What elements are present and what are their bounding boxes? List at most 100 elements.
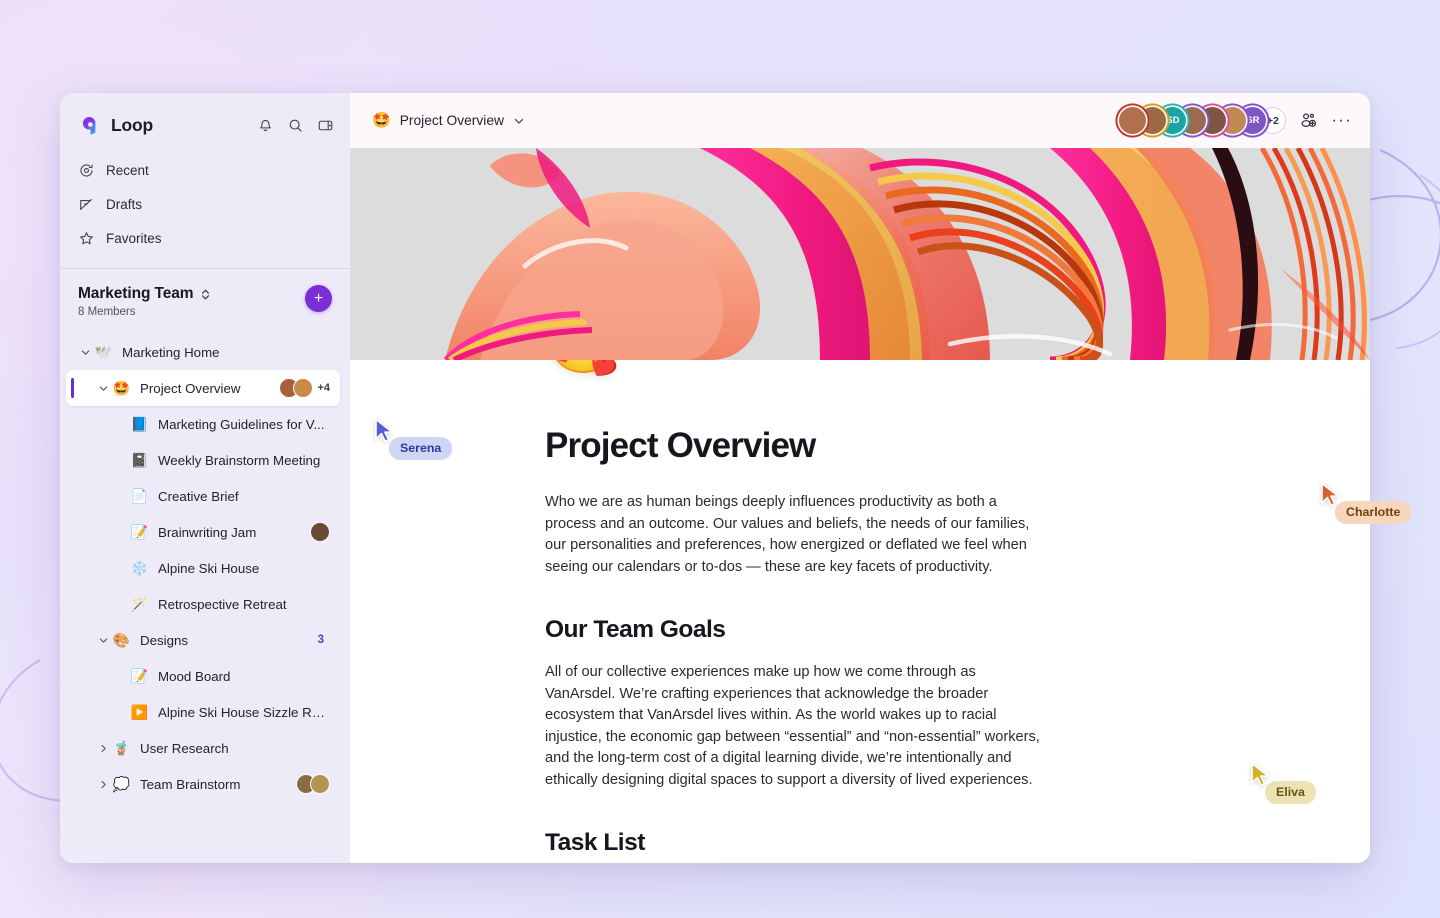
word-file-icon: 📘 xyxy=(130,416,149,432)
sidebar-item-favorites[interactable]: Favorites xyxy=(70,221,340,255)
tree-item-label: Alpine Ski House xyxy=(158,560,260,576)
workspace-member-count: 8 Members xyxy=(78,306,136,318)
chevron-down-icon[interactable] xyxy=(513,115,525,127)
tree-item-project-overview[interactable]: 🤩 Project Overview +4 xyxy=(66,370,340,406)
tree-item-label: Mood Board xyxy=(158,668,231,684)
add-workspace-button[interactable]: + xyxy=(305,285,332,312)
tree-item-alpine-ski-house-sizzle-re[interactable]: ▶️ Alpine Ski House Sizzle Re... xyxy=(66,694,340,730)
tree-item-retrospective-retreat[interactable]: 🪄 Retrospective Retreat xyxy=(66,586,340,622)
chevron-right-icon[interactable] xyxy=(94,779,112,790)
star-icon xyxy=(80,231,93,244)
collaborator-facepile[interactable]: SD SR +2 xyxy=(1119,107,1287,134)
tree-item-meta xyxy=(302,522,330,542)
sidebar-item-label: Recent xyxy=(106,162,149,178)
sidebar-nav: Recent Drafts Favorites xyxy=(60,151,350,255)
tree-item-avatars[interactable] xyxy=(310,522,330,542)
search-icon[interactable] xyxy=(287,117,304,134)
whiteboard-file-icon: 📝 xyxy=(130,524,149,540)
chevron-updown-icon xyxy=(202,289,210,299)
video-file-icon: ▶️ xyxy=(130,704,149,720)
tree-item-badge: 3 xyxy=(317,634,324,646)
breadcrumb[interactable]: 🤩 Project Overview xyxy=(372,113,525,128)
whiteboard-file-icon: 📝 xyxy=(130,668,149,684)
document-body: Project Overview Who we are as human bei… xyxy=(350,360,1050,863)
panel-collapse-icon[interactable] xyxy=(317,117,334,134)
drafts-pen-icon xyxy=(80,198,92,210)
avatar xyxy=(310,774,330,794)
tree-item-meta xyxy=(288,774,330,794)
tree-item-creative-brief[interactable]: 📄 Creative Brief xyxy=(66,478,340,514)
loop-file-icon: 📄 xyxy=(130,488,149,504)
page-emoji-icon: 🧋 xyxy=(112,740,131,756)
chevron-down-icon[interactable] xyxy=(76,347,94,358)
tree-item-meta: 3 xyxy=(304,633,330,647)
onenote-file-icon: 📓 xyxy=(130,452,149,468)
workspace-header: Marketing Team 8 Members + xyxy=(60,269,350,328)
tree-item-label: Marketing Guidelines for V... xyxy=(158,416,325,432)
sidebar-item-recent[interactable]: Recent xyxy=(70,153,340,187)
app-name: Loop xyxy=(111,114,153,135)
tree-item-label: Creative Brief xyxy=(158,488,239,504)
more-options-button[interactable]: ··· xyxy=(1331,111,1352,128)
tree-item-label: Team Brainstorm xyxy=(140,776,241,792)
tree-item-brainwriting-jam[interactable]: 📝 Brainwriting Jam xyxy=(66,514,340,550)
chevron-down-icon[interactable] xyxy=(94,635,112,646)
selection-indicator xyxy=(71,378,74,398)
tree-item-team-brainstorm[interactable]: 💭 Team Brainstorm xyxy=(66,766,340,802)
loop-logo-icon xyxy=(83,117,96,135)
main-content: 🤩 Project Overview SD SR +2 ··· Project … xyxy=(350,93,1370,863)
tree-item-user-research[interactable]: 🧋 User Research xyxy=(66,730,340,766)
tree-item-alpine-ski-house[interactable]: ❄️ Alpine Ski House xyxy=(66,550,340,586)
page-emoji-icon: 🕊️ xyxy=(94,344,113,360)
tree-item-marketing-home[interactable]: 🕊️ Marketing Home xyxy=(66,334,340,370)
tree-item-label: Alpine Ski House Sizzle Re... xyxy=(158,704,330,720)
sidebar-tree: 🕊️ Marketing Home 🤩 Project Overview +4 📘 Mark… xyxy=(60,328,350,863)
document-scroll-area[interactable]: 🥰 Project Overview Who we are as human b… xyxy=(350,360,1370,863)
tree-item-avatars[interactable] xyxy=(296,774,330,794)
tree-item-weekly-brainstorm-meeting[interactable]: 📓 Weekly Brainstorm Meeting xyxy=(66,442,340,478)
page-emoji-icon: 🤩 xyxy=(112,380,131,396)
sidebar: Loop Recent Drafts Favorites Marketing T… xyxy=(60,93,350,863)
sidebar-header-actions xyxy=(257,117,334,134)
workspace-switcher[interactable]: Marketing Team xyxy=(78,285,211,303)
tree-item-label: Marketing Home xyxy=(122,344,220,360)
chevron-down-icon[interactable] xyxy=(94,383,112,394)
avatar xyxy=(293,378,314,398)
tree-item-avatars[interactable]: +4 xyxy=(279,378,330,398)
workspace-title: Marketing Team xyxy=(78,285,194,302)
paragraph-intro[interactable]: Who we are as human beings deeply influe… xyxy=(545,492,1050,578)
add-people-icon[interactable] xyxy=(1299,111,1318,130)
tree-item-marketing-guidelines-for-v[interactable]: 📘 Marketing Guidelines for V... xyxy=(66,406,340,442)
tree-item-label: Designs xyxy=(140,632,189,648)
avatar-overflow-count: +4 xyxy=(317,382,330,394)
tree-item-designs[interactable]: 🎨 Designs 3 xyxy=(66,622,340,658)
chevron-right-icon[interactable] xyxy=(94,743,112,754)
page-title[interactable]: Project Overview xyxy=(545,426,1050,466)
heading-task-list[interactable]: Task List xyxy=(545,829,1050,857)
breadcrumb-label: Project Overview xyxy=(399,113,504,128)
tree-item-label: Project Overview xyxy=(140,380,241,396)
sidebar-item-drafts[interactable]: Drafts xyxy=(70,187,340,221)
paragraph-team-goals[interactable]: All of our collective experiences make u… xyxy=(545,662,1050,791)
bell-icon[interactable] xyxy=(257,117,274,134)
tree-item-label: Retrospective Retreat xyxy=(158,596,287,612)
tree-item-mood-board[interactable]: 📝 Mood Board xyxy=(66,658,340,694)
document-cover-emoji[interactable]: 🥰 xyxy=(545,360,622,374)
page-emoji-icon: 💭 xyxy=(112,776,131,792)
tree-item-meta: +4 xyxy=(271,378,330,398)
document-cover-image xyxy=(350,148,1370,360)
tree-item-label: Weekly Brainstorm Meeting xyxy=(158,452,321,468)
top-bar-actions: SD SR +2 ··· xyxy=(1119,107,1352,134)
tree-item-label: Brainwriting Jam xyxy=(158,524,257,540)
top-bar: 🤩 Project Overview SD SR +2 ··· xyxy=(350,93,1370,148)
loop-file-icon: 🪄 xyxy=(130,596,149,612)
app-window: Loop Recent Drafts Favorites Marketing T… xyxy=(60,93,1370,863)
sidebar-item-label: Favorites xyxy=(106,230,162,246)
tree-item-label: User Research xyxy=(140,740,229,756)
heading-team-goals[interactable]: Our Team Goals xyxy=(545,616,1050,644)
sidebar-header: Loop xyxy=(60,93,350,151)
page-emoji-icon: 🎨 xyxy=(112,632,131,648)
recent-clock-icon xyxy=(80,163,93,177)
avatar xyxy=(310,522,330,542)
sidebar-item-label: Drafts xyxy=(106,196,143,212)
